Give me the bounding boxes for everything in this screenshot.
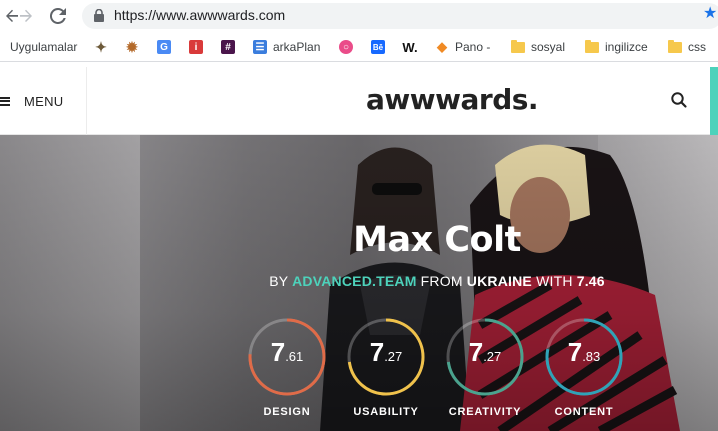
score-dec: .61 [285,349,304,364]
score-label: USABILITY [353,406,419,418]
score-value: 7.27 [445,337,525,368]
behance-icon: Bē [371,40,385,54]
bookmark-label: sosyal [531,40,566,54]
bookmark-arkaplan[interactable]: ☰ arkaPlan [253,38,320,56]
address-bar[interactable]: https://www.awwwards.com [82,3,718,29]
bookmark-dribbble[interactable]: ○ [339,38,353,56]
bookmark-slack[interactable]: # [221,38,235,56]
site-byline: BY ADVANCED.TEAM FROM UKRAINE WITH 7.46 [0,273,718,289]
bookmark-translate[interactable]: G [157,38,171,56]
menu-button[interactable]: MENU [0,67,87,135]
layers-icon: ☰ [253,40,267,54]
bookmark-folder-ingilizce[interactable]: ingilizce [585,38,648,56]
site-of-the-day-title[interactable]: Max Colt [0,220,718,260]
score-value: 7.27 [346,337,426,368]
score-circles: 7.61 DESIGN 7.27 USABILITY 7.27 CREATIVI… [0,317,718,431]
byline-from: FROM [420,273,463,289]
reload-icon[interactable] [46,4,70,28]
menu-label: MENU [24,93,64,109]
w-icon: W. [402,39,418,55]
bookmark-label: Pano - [455,40,491,54]
byline-score: 7.46 [576,273,605,289]
red-app-icon: i [189,40,203,54]
dribbble-icon: ○ [339,40,353,54]
sprite-icon: ✹ [126,38,138,55]
search-icon[interactable] [670,91,688,109]
byline-agency-link[interactable]: ADVANCED.TEAM [292,273,416,289]
score-int: 7 [468,337,484,367]
score-int: 7 [369,337,385,367]
score-dec: .27 [483,349,502,364]
folder-icon [668,39,682,53]
bookmark-folder-sosyal[interactable]: sosyal [511,38,565,56]
bookmark-red-app[interactable]: i [189,38,203,56]
score-int: 7 [270,337,286,367]
bookmark-bird[interactable]: ✦ [94,38,108,56]
score-int: 7 [567,337,583,367]
hamburger-icon [0,96,10,106]
folder-icon [585,39,599,53]
score-label: CREATIVITY [448,406,522,418]
bookmarks-bar: Uygulamalar ✦ ✹ G i # ☰ arkaPlan ○ Bē W.… [0,32,718,62]
bird-icon: ✦ [95,38,107,55]
bookmark-label: Uygulamalar [10,40,78,54]
browser-toolbar: https://www.awwwards.com ★ [0,0,718,32]
byline-with: WITH [536,273,573,289]
bookmark-label: arkaPlan [273,40,321,54]
score-dec: .83 [582,349,601,364]
bookmark-sprite[interactable]: ✹ [125,38,139,56]
awwwards-logo[interactable]: awwwards. [366,83,539,116]
bookmark-label: css [688,40,706,54]
bookmark-folder-css[interactable]: css [668,38,706,56]
pano-icon: ◆ [437,39,447,54]
google-translate-icon: G [157,40,171,54]
bookmark-star-icon[interactable]: ★ [703,6,717,22]
score-value: 7.61 [247,337,327,368]
slack-icon: # [221,40,235,54]
lock-icon [94,9,104,22]
score-label: DESIGN [263,406,311,418]
folder-icon [511,39,525,53]
byline-country: UKRAINE [466,273,532,289]
site-header: MENU awwwards. [0,67,718,135]
url-text: https://www.awwwards.com [114,7,286,23]
forward-arrow-icon[interactable] [14,4,38,28]
bookmark-behance[interactable]: Bē [371,38,385,56]
score-value: 7.83 [544,337,624,368]
bookmark-pano[interactable]: ◆ Pano - [435,38,490,56]
bookmark-label: ingilizce [605,40,648,54]
bookmark-w[interactable]: W. [402,38,418,56]
side-tab-strip[interactable] [710,67,718,135]
score-label: CONTENT [554,406,614,418]
score-dec: .27 [384,349,403,364]
bookmark-apps[interactable]: Uygulamalar [10,38,77,56]
byline-by: BY [269,273,289,289]
